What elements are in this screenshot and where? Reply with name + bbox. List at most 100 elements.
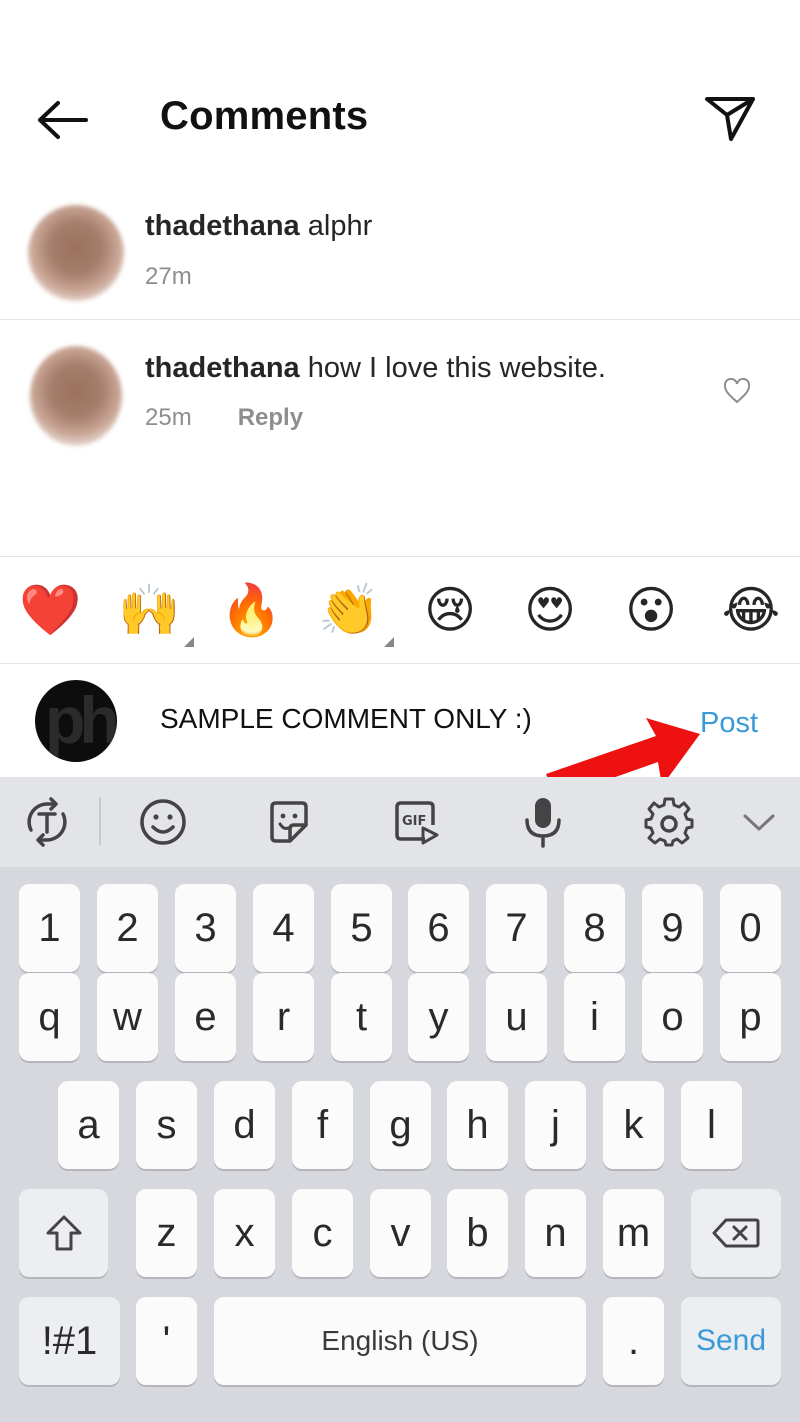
hide-keyboard-button[interactable] — [732, 795, 786, 849]
comment-username[interactable]: thadethana — [145, 210, 300, 242]
emoji-quick-bar: ❤️ 🙌 🔥 👏 😢 😍 😮 😂 — [0, 556, 800, 664]
comment-body: alphr — [307, 210, 373, 242]
shift-key[interactable] — [19, 1189, 108, 1277]
symbols-key[interactable]: !#1 — [19, 1297, 120, 1385]
gif-button[interactable]: GIF — [389, 795, 443, 849]
sticker-icon — [270, 801, 308, 843]
key-1[interactable]: 1 — [19, 884, 80, 972]
page-title: Comments — [160, 94, 369, 138]
paper-plane-icon — [705, 97, 755, 141]
key-n[interactable]: n — [525, 1189, 586, 1277]
comment-item: thadethana how I love this website. 25m … — [0, 322, 800, 452]
key-9[interactable]: 9 — [642, 884, 703, 972]
comment-time: 27m — [145, 263, 192, 290]
period-key[interactable]: . — [603, 1297, 664, 1385]
emoji-heart-eyes[interactable]: 😍 — [519, 579, 581, 641]
send-key[interactable]: Send — [681, 1297, 781, 1385]
key-v[interactable]: v — [370, 1189, 431, 1277]
key-t[interactable]: t — [331, 973, 392, 1061]
key-q[interactable]: q — [19, 973, 80, 1061]
key-s[interactable]: s — [136, 1081, 197, 1169]
key-5[interactable]: 5 — [331, 884, 392, 972]
emoji-crying-face[interactable]: 😢 — [419, 579, 481, 641]
arrow-left-icon — [38, 101, 88, 139]
comment-meta: 25m Reply — [145, 404, 303, 432]
heart-outline-icon — [723, 378, 751, 404]
key-z[interactable]: z — [136, 1189, 197, 1277]
comment-input[interactable]: SAMPLE COMMENT ONLY :) — [160, 703, 532, 735]
emoji-fire[interactable]: 🔥 — [220, 579, 282, 641]
avatar-logo-text: ph — [45, 683, 117, 757]
emoji-surprised-face[interactable]: 😮 — [620, 579, 682, 641]
comment-text-line: thadethana how I love this website. — [145, 352, 606, 385]
key-g[interactable]: g — [370, 1081, 431, 1169]
backspace-icon — [712, 1218, 760, 1248]
comment-time: 25m — [145, 404, 192, 431]
key-j[interactable]: j — [525, 1081, 586, 1169]
comment-username[interactable]: thadethana — [145, 352, 300, 384]
key-2[interactable]: 2 — [97, 884, 158, 972]
onscreen-keyboard: GIF 1 2 3 4 5 6 7 8 9 0 q w e r t y u i … — [0, 777, 800, 1422]
emoji-glyph: 👏 — [318, 581, 381, 639]
key-p[interactable]: p — [720, 973, 781, 1061]
key-6[interactable]: 6 — [408, 884, 469, 972]
key-k[interactable]: k — [603, 1081, 664, 1169]
emoji-keyboard-button[interactable] — [136, 795, 190, 849]
emoji-heart[interactable]: ❤️ — [19, 579, 81, 641]
key-f[interactable]: f — [292, 1081, 353, 1169]
key-c[interactable]: c — [292, 1189, 353, 1277]
gear-icon — [644, 797, 694, 847]
key-w[interactable]: w — [97, 973, 158, 1061]
current-user-avatar: ph — [35, 680, 117, 762]
comment-text-line: thadethana alphr — [145, 210, 372, 243]
key-y[interactable]: y — [408, 973, 469, 1061]
reply-button[interactable]: Reply — [238, 404, 303, 432]
key-o[interactable]: o — [642, 973, 703, 1061]
key-l[interactable]: l — [681, 1081, 742, 1169]
keyboard-toolbar: GIF — [0, 777, 800, 867]
emoji-raising-hands[interactable]: 🙌 — [118, 579, 194, 647]
microphone-icon — [525, 798, 561, 848]
sticker-button[interactable] — [262, 795, 316, 849]
key-u[interactable]: u — [486, 973, 547, 1061]
key-d[interactable]: d — [214, 1081, 275, 1169]
voice-input-button[interactable] — [516, 795, 570, 849]
key-7[interactable]: 7 — [486, 884, 547, 972]
text-transform-button[interactable] — [20, 795, 74, 849]
key-a[interactable]: a — [58, 1081, 119, 1169]
backspace-key[interactable] — [691, 1189, 781, 1277]
key-i[interactable]: i — [564, 973, 625, 1061]
share-button[interactable] — [700, 88, 760, 148]
key-8[interactable]: 8 — [564, 884, 625, 972]
comment-meta: 27m — [145, 263, 192, 291]
key-b[interactable]: b — [447, 1189, 508, 1277]
keyboard-settings-button[interactable] — [642, 795, 696, 849]
back-button[interactable] — [30, 92, 94, 148]
key-0[interactable]: 0 — [720, 884, 781, 972]
key-e[interactable]: e — [175, 973, 236, 1061]
gif-icon: GIF — [395, 801, 439, 845]
key-3[interactable]: 3 — [175, 884, 236, 972]
like-button[interactable] — [722, 377, 752, 405]
comments-header: Comments — [0, 0, 800, 190]
key-m[interactable]: m — [603, 1189, 664, 1277]
commenter-avatar[interactable] — [28, 205, 124, 301]
space-key[interactable]: English (US) — [214, 1297, 586, 1385]
apostrophe-key[interactable]: ' — [136, 1297, 197, 1385]
toolbar-divider — [99, 797, 101, 845]
smiley-icon — [140, 799, 186, 845]
shift-arrow-icon — [46, 1215, 81, 1251]
key-r[interactable]: r — [253, 973, 314, 1061]
variant-indicator — [384, 637, 394, 647]
comment-body: how I love this website. — [307, 352, 606, 384]
emoji-tears-of-joy[interactable]: 😂 — [720, 579, 782, 641]
emoji-clapping-hands[interactable]: 👏 — [318, 579, 394, 647]
variant-indicator — [184, 637, 194, 647]
key-4[interactable]: 4 — [253, 884, 314, 972]
comment-item: thadethana alphr 27m — [0, 195, 800, 320]
emoji-glyph: 🙌 — [118, 581, 181, 639]
key-x[interactable]: x — [214, 1189, 275, 1277]
key-h[interactable]: h — [447, 1081, 508, 1169]
text-rotate-icon — [27, 797, 67, 847]
commenter-avatar[interactable] — [30, 346, 122, 446]
